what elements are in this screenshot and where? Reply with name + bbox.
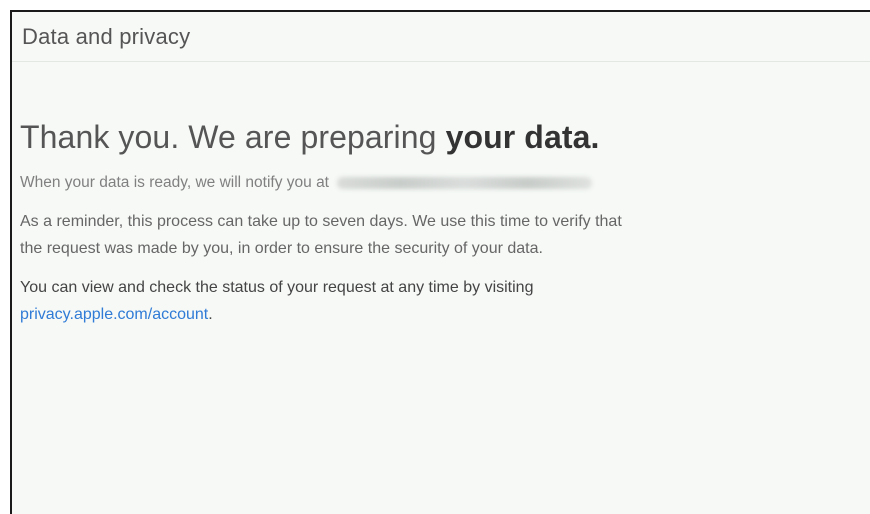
main-content: Thank you. We are preparing your data. W… [12, 62, 870, 328]
headline-part-1: Thank you. We are preparing [20, 119, 446, 155]
notify-text: When your data is ready, we will notify … [20, 174, 329, 191]
headline-part-2: your data. [445, 119, 600, 155]
notify-line: When your data is ready, we will notify … [20, 172, 870, 194]
status-suffix: . [208, 306, 213, 323]
page-frame: Data and privacy Thank you. We are prepa… [10, 10, 870, 514]
status-link-line: privacy.apple.com/account. [20, 301, 870, 328]
reminder-line-1: As a reminder, this process can take up … [20, 213, 622, 230]
page-header: Data and privacy [12, 12, 870, 62]
redacted-email [337, 177, 592, 189]
status-paragraph: You can view and check the status of you… [20, 274, 870, 328]
confirmation-headline: Thank you. We are preparing your data. [20, 118, 870, 156]
status-text: You can view and check the status of you… [20, 279, 534, 296]
page-title: Data and privacy [22, 23, 191, 49]
reminder-line-2: the request was made by you, in order to… [20, 240, 543, 257]
privacy-account-link[interactable]: privacy.apple.com/account [20, 306, 208, 323]
reminder-paragraph: As a reminder, this process can take up … [20, 208, 800, 262]
